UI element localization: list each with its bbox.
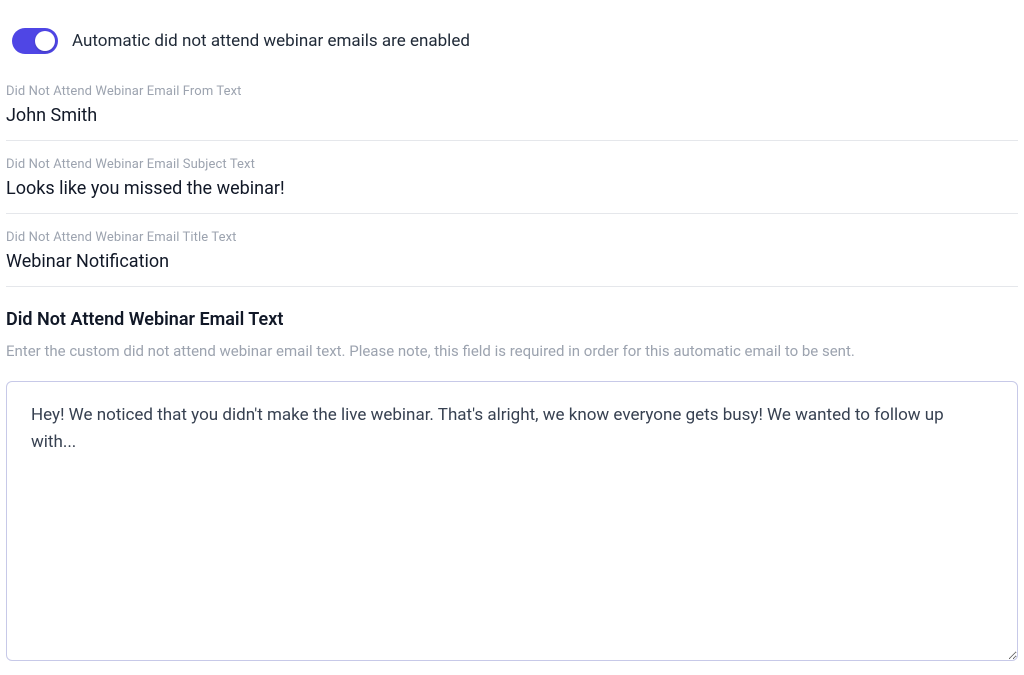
title-field-group: Did Not Attend Webinar Email Title Text bbox=[6, 224, 1018, 287]
email-body-heading: Did Not Attend Webinar Email Text bbox=[6, 309, 1018, 330]
enable-toggle[interactable] bbox=[12, 28, 58, 54]
toggle-label: Automatic did not attend webinar emails … bbox=[72, 31, 470, 51]
email-body-textarea[interactable] bbox=[6, 381, 1018, 661]
from-field-input[interactable] bbox=[6, 105, 1018, 126]
email-settings-form: Automatic did not attend webinar emails … bbox=[0, 0, 1024, 675]
from-field-group: Did Not Attend Webinar Email From Text bbox=[6, 78, 1018, 141]
toggle-knob-icon bbox=[35, 31, 55, 51]
subject-field-label: Did Not Attend Webinar Email Subject Tex… bbox=[6, 157, 1018, 172]
toggle-row: Automatic did not attend webinar emails … bbox=[6, 28, 1018, 54]
from-field-label: Did Not Attend Webinar Email From Text bbox=[6, 84, 1018, 99]
title-field-label: Did Not Attend Webinar Email Title Text bbox=[6, 230, 1018, 245]
subject-field-input[interactable] bbox=[6, 178, 1018, 199]
subject-field-group: Did Not Attend Webinar Email Subject Tex… bbox=[6, 151, 1018, 214]
email-body-help: Enter the custom did not attend webinar … bbox=[6, 340, 1018, 363]
title-field-input[interactable] bbox=[6, 251, 1018, 272]
